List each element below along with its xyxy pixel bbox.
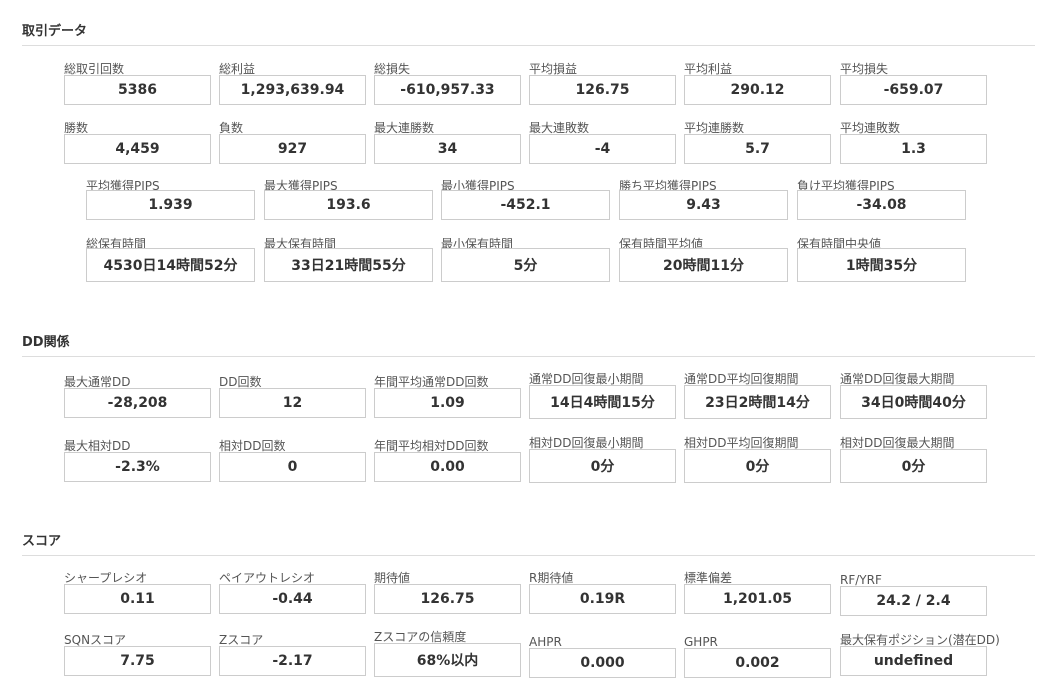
section-title-score: スコア [22,534,62,549]
stat-value: 0.000 [529,648,676,678]
stat-label: 総損失 [374,62,411,76]
stat-value: 0 [219,452,366,482]
stat-value: 4530日14時間52分 [86,248,255,282]
stat-label: 相対DD回復最小期間 [529,436,644,450]
stat-value: 5386 [64,75,211,105]
stat-value: 1.939 [86,190,255,220]
stat-label: 最大保有ポジション(潜在DD) [840,633,1000,647]
stat-value: 0分 [529,449,676,483]
stat-value: 1.09 [374,388,521,418]
stat-label: 期待値 [374,571,411,585]
stat-value: -610,957.33 [374,75,521,105]
stat-value: 14日4時間15分 [529,385,676,419]
stat-label: 最大相対DD [64,439,131,453]
stat-label: 平均損益 [529,62,578,76]
stat-label: 相対DD回復最大期間 [840,436,955,450]
stat-value: 0.002 [684,648,831,678]
stat-value: 927 [219,134,366,164]
stat-label: Zスコアの信頼度 [374,630,467,644]
stat-value: 23日2時間14分 [684,385,831,419]
stat-value: 126.75 [374,584,521,614]
stat-label: 相対DD回数 [219,439,286,453]
stat-label: Zスコア [219,633,264,647]
stat-label: 総利益 [219,62,256,76]
stat-label: 年間平均通常DD回数 [374,375,489,389]
stat-label: 最大連敗数 [529,121,590,135]
stat-label: R期待値 [529,571,574,585]
stat-label: AHPR [529,635,562,649]
stat-value: 1時間35分 [797,248,966,282]
stat-label: 平均損失 [840,62,889,76]
stat-value: 126.75 [529,75,676,105]
stat-value: 0分 [840,449,987,483]
stat-label: 勝数 [64,121,89,135]
stat-value: 0.11 [64,584,211,614]
stat-value: 4,459 [64,134,211,164]
stat-value: -34.08 [797,190,966,220]
stat-value: -0.44 [219,584,366,614]
stat-value: 33日21時間55分 [264,248,433,282]
stat-label: 総取引回数 [64,62,125,76]
stat-label: DD回数 [219,375,262,389]
stat-label: 平均利益 [684,62,733,76]
stat-value: 0.19R [529,584,676,614]
stat-label: 平均連勝数 [684,121,745,135]
stat-label: 負数 [219,121,244,135]
stat-label: 最大連勝数 [374,121,435,135]
stat-value: 34 [374,134,521,164]
stat-value: 1.3 [840,134,987,164]
stat-value: -2.17 [219,646,366,676]
stat-value: 0.00 [374,452,521,482]
stat-value: 5分 [441,248,610,282]
stat-label: GHPR [684,635,718,649]
stat-value: 68%以内 [374,643,521,677]
section-title-trade: 取引データ [22,24,88,39]
stat-label: RF/YRF [840,573,882,587]
stat-label: 標準偏差 [684,571,733,585]
stat-value: -452.1 [441,190,610,220]
stat-label: SQNスコア [64,633,127,647]
stat-label: 通常DD平均回復期間 [684,372,799,386]
section-divider [22,356,1035,357]
stat-value: 12 [219,388,366,418]
stat-label: 相対DD平均回復期間 [684,436,799,450]
section-divider [22,555,1035,556]
stat-value: 0分 [684,449,831,483]
stat-value: 24.2 / 2.4 [840,586,987,616]
stat-value: -28,208 [64,388,211,418]
stat-value: 5.7 [684,134,831,164]
stat-value: undefined [840,646,987,676]
stat-label: ペイアウトレシオ [219,571,316,585]
stat-value: -659.07 [840,75,987,105]
stat-label: 年間平均相対DD回数 [374,439,489,453]
stat-label: 通常DD回復最小期間 [529,372,644,386]
stat-label: 最大通常DD [64,375,131,389]
stat-value: 290.12 [684,75,831,105]
stat-value: 7.75 [64,646,211,676]
stat-value: 20時間11分 [619,248,788,282]
stat-value: 34日0時間40分 [840,385,987,419]
stat-value: 1,293,639.94 [219,75,366,105]
stat-value: -2.3% [64,452,211,482]
stat-value: 193.6 [264,190,433,220]
stat-label: シャープレシオ [64,571,148,585]
stat-value: -4 [529,134,676,164]
stat-value: 9.43 [619,190,788,220]
stat-label: 通常DD回復最大期間 [840,372,955,386]
stat-label: 平均連敗数 [840,121,901,135]
section-title-dd: DD関係 [22,335,70,350]
section-divider [22,45,1035,46]
stat-value: 1,201.05 [684,584,831,614]
